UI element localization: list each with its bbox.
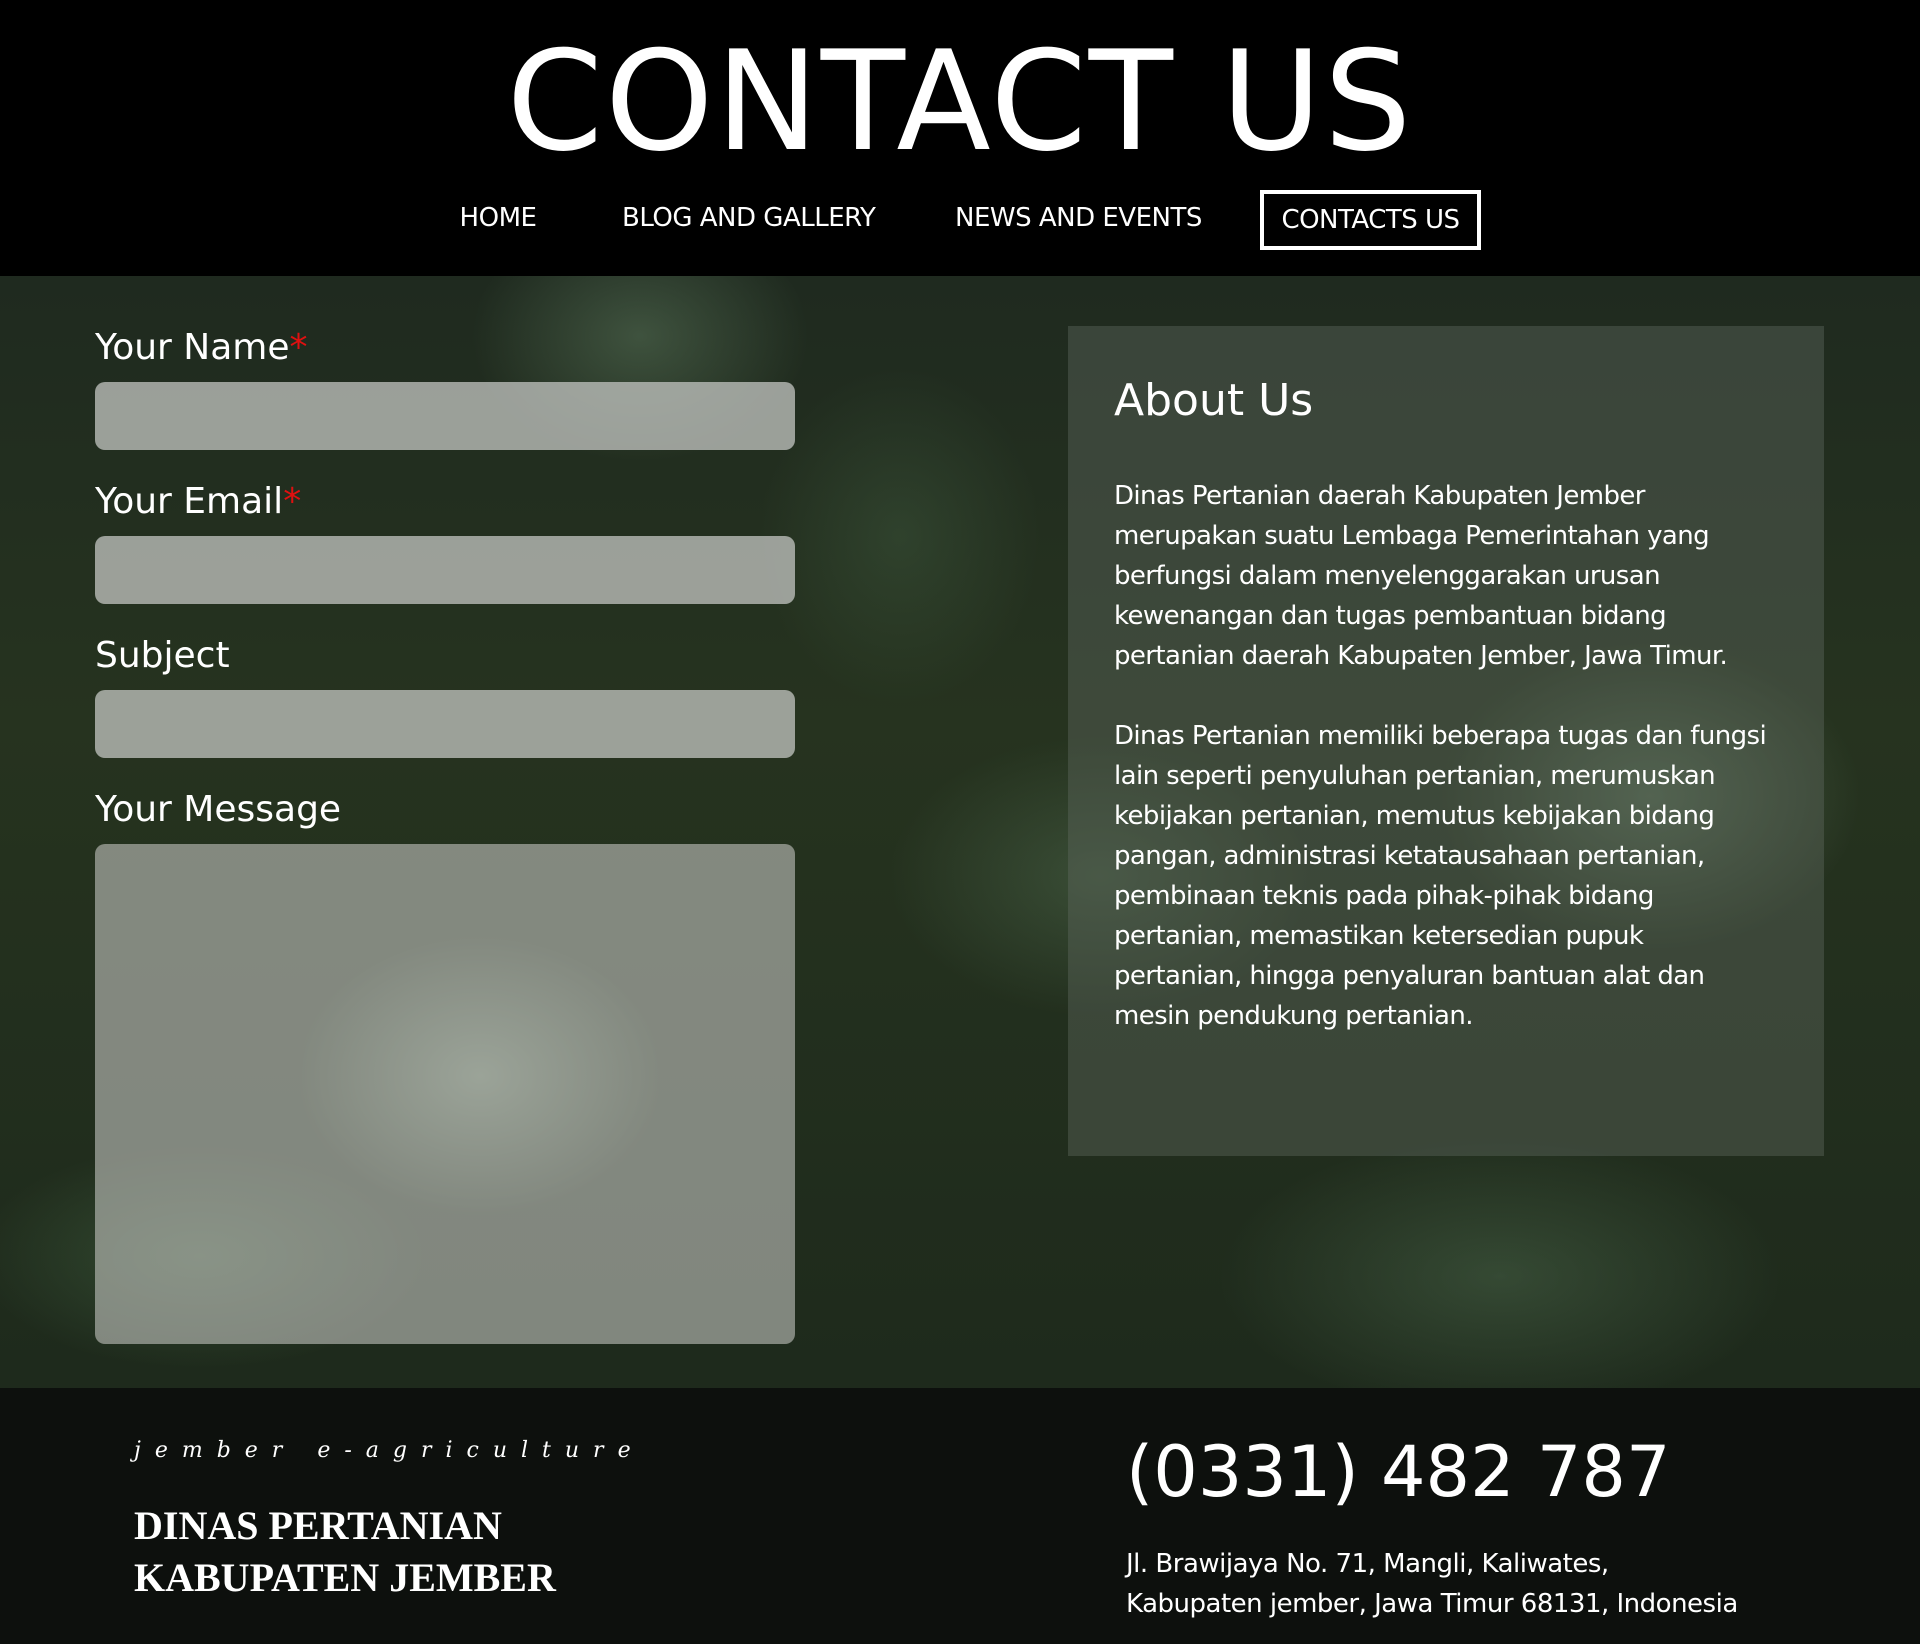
main-content: Your Name* Your Email* Subject Your Mess…: [0, 276, 1920, 1388]
header: CONTACT US HOME BLOG AND GALLERY NEWS AN…: [0, 0, 1920, 276]
about-title: About Us: [1114, 375, 1314, 426]
nav-item-blog-and-gallery[interactable]: BLOG AND GALLERY: [622, 190, 876, 246]
address-line: Jl. Brawijaya No. 71, Mangli, Kaliwates,: [1126, 1549, 1609, 1579]
address: Jl. Brawijaya No. 71, Mangli, Kaliwates,…: [1126, 1544, 1738, 1624]
subject-input[interactable]: [95, 690, 795, 758]
nav-item-news-and-events[interactable]: NEWS AND EVENTS: [955, 190, 1202, 246]
main-nav: HOME BLOG AND GALLERY NEWS AND EVENTS CO…: [0, 190, 1920, 252]
email-input[interactable]: [95, 536, 795, 604]
organization-name-line: DINAS PERTANIAN: [134, 1503, 502, 1548]
name-label-text: Your Name: [95, 327, 290, 368]
organization-name-line: KABUPATEN JEMBER: [134, 1555, 556, 1600]
required-mark: *: [283, 481, 302, 522]
nav-item-contacts-us[interactable]: CONTACTS US: [1260, 190, 1481, 250]
about-paragraph: Dinas Pertanian daerah Kabupaten Jember …: [1114, 481, 1728, 671]
email-label-text: Your Email: [95, 481, 284, 522]
email-label: Your Email*: [95, 480, 795, 524]
message-label: Your Message: [95, 789, 342, 830]
page: CONTACT US HOME BLOG AND GALLERY NEWS AN…: [0, 0, 1920, 1644]
subject-label: Subject: [95, 635, 230, 676]
contact-form: Your Name* Your Email* Subject Your Mess…: [95, 326, 795, 1344]
organization-name: DINAS PERTANIAN KABUPATEN JEMBER: [134, 1500, 556, 1604]
footer-tagline: jember e-agriculture: [134, 1438, 645, 1463]
about-panel: About Us Dinas Pertanian daerah Kabupate…: [1068, 326, 1824, 1156]
phone-number: (0331) 482 787: [1126, 1431, 1671, 1513]
address-line: Kabupaten jember, Jawa Timur 68131, Indo…: [1126, 1589, 1738, 1619]
footer: jember e-agriculture DINAS PERTANIAN KAB…: [0, 1388, 1920, 1644]
nav-item-home[interactable]: HOME: [458, 190, 538, 246]
about-paragraph: Dinas Pertanian memiliki beberapa tugas …: [1114, 721, 1767, 1031]
name-label: Your Name*: [95, 326, 795, 370]
message-textarea[interactable]: [95, 844, 795, 1344]
name-input[interactable]: [95, 382, 795, 450]
required-mark: *: [289, 327, 308, 368]
page-title: CONTACT US: [506, 21, 1414, 182]
